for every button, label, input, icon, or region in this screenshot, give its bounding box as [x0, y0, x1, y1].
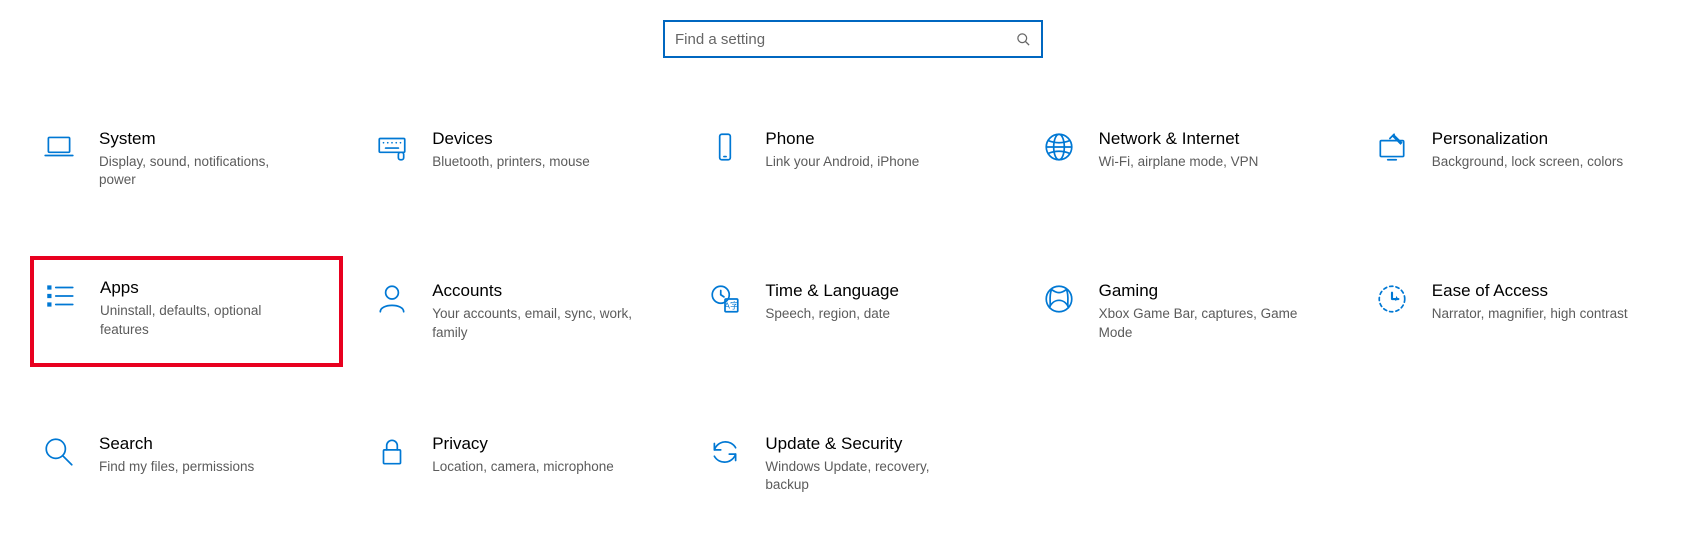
category-description: Find my files, permissions [99, 458, 299, 476]
category-description: Display, sound, notifications, power [99, 153, 299, 189]
category-title: Search [99, 434, 299, 454]
category-title: Ease of Access [1432, 281, 1632, 301]
category-title: Accounts [432, 281, 632, 301]
category-description: Xbox Game Bar, captures, Game Mode [1099, 305, 1299, 341]
category-xbox[interactable]: Gaming Xbox Game Bar, captures, Game Mode [1030, 270, 1343, 352]
category-description: Wi-Fi, airplane mode, VPN [1099, 153, 1299, 171]
keyboard-icon [374, 129, 410, 165]
category-apps-list[interactable]: Apps Uninstall, defaults, optional featur… [30, 256, 343, 366]
globe-icon [1041, 129, 1077, 165]
xbox-icon [1041, 281, 1077, 317]
category-description: Windows Update, recovery, backup [765, 458, 965, 494]
category-person[interactable]: Accounts Your accounts, email, sync, work… [363, 270, 676, 352]
category-description: Location, camera, microphone [432, 458, 632, 476]
search-icon [1016, 32, 1031, 47]
category-update[interactable]: Update & Security Windows Update, recover… [696, 423, 1009, 505]
svg-text:A字: A字 [725, 301, 739, 311]
phone-icon [707, 129, 743, 165]
pen-monitor-icon [1374, 129, 1410, 165]
update-icon [707, 434, 743, 470]
time-language-icon: A字 [707, 281, 743, 317]
category-phone[interactable]: Phone Link your Android, iPhone [696, 118, 1009, 200]
category-description: Speech, region, date [765, 305, 965, 323]
category-description: Bluetooth, printers, mouse [432, 153, 632, 171]
category-search-big[interactable]: Search Find my files, permissions [30, 423, 343, 505]
category-description: Background, lock screen, colors [1432, 153, 1632, 171]
ease-access-icon [1374, 281, 1410, 317]
category-title: Gaming [1099, 281, 1299, 301]
search-big-icon [41, 434, 77, 470]
person-icon [374, 281, 410, 317]
category-description: Narrator, magnifier, high contrast [1432, 305, 1632, 323]
category-keyboard[interactable]: Devices Bluetooth, printers, mouse [363, 118, 676, 200]
category-time-language[interactable]: A字 Time & Language Speech, region, date [696, 270, 1009, 352]
search-input[interactable] [675, 31, 1016, 48]
category-description: Uninstall, defaults, optional features [100, 302, 300, 338]
category-description: Your accounts, email, sync, work, family [432, 305, 632, 341]
category-title: Devices [432, 129, 632, 149]
category-title: Update & Security [765, 434, 965, 454]
category-title: Network & Internet [1099, 129, 1299, 149]
category-title: System [99, 129, 299, 149]
category-description: Link your Android, iPhone [765, 153, 965, 171]
apps-list-icon [42, 278, 78, 314]
category-title: Privacy [432, 434, 632, 454]
category-laptop[interactable]: System Display, sound, notifications, pow… [30, 118, 343, 200]
category-title: Time & Language [765, 281, 965, 301]
category-pen-monitor[interactable]: Personalization Background, lock screen, … [1363, 118, 1676, 200]
category-lock[interactable]: Privacy Location, camera, microphone [363, 423, 676, 505]
category-ease-access[interactable]: Ease of Access Narrator, magnifier, high … [1363, 270, 1676, 352]
search-box[interactable] [663, 20, 1043, 58]
laptop-icon [41, 129, 77, 165]
category-globe[interactable]: Network & Internet Wi-Fi, airplane mode, … [1030, 118, 1343, 200]
category-title: Apps [100, 278, 300, 298]
category-title: Phone [765, 129, 965, 149]
lock-icon [374, 434, 410, 470]
category-title: Personalization [1432, 129, 1632, 149]
